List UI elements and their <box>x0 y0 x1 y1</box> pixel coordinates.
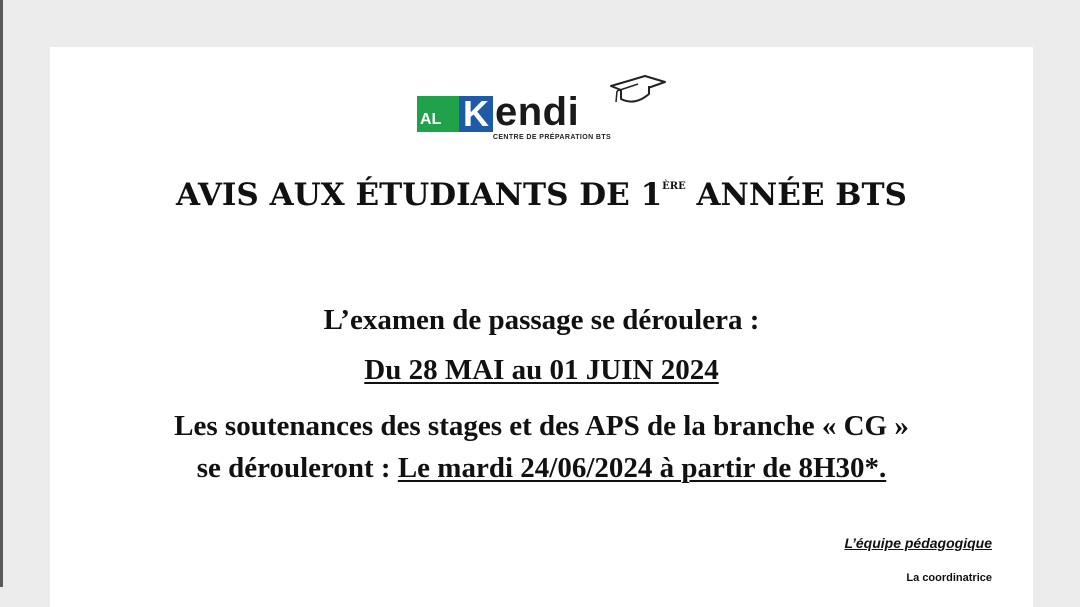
defense-date: Le mardi 24/06/2024 à partir de 8H30*. <box>397 452 887 484</box>
window-edge <box>0 0 3 587</box>
heading-text-end: ANNÉE BTS <box>685 177 907 213</box>
defense-intro-line: Les soutenances des stages et des APS de… <box>174 410 909 442</box>
logo-letter: K <box>459 96 493 132</box>
logo-subtitle: CENTRE DE PRÉPARATION BTS <box>492 134 612 141</box>
exam-dates-line: Du 28 MAI au 01 JUIN 2024 <box>50 353 1033 387</box>
logo-word: endi <box>495 90 580 134</box>
exam-intro-line: L’examen de passage se déroulera : <box>323 304 760 336</box>
logo-prefix: AL <box>417 96 459 132</box>
defense-date-line: se dérouleront : Le mardi 24/06/2024 à p… <box>50 451 1033 485</box>
notice-heading: AVIS AUX ÉTUDIANTS DE 1ÈRE ANNÉE BTS <box>50 175 1033 215</box>
document-page: AL K endi CENTRE DE PRÉPARATION BTS AVIS… <box>50 47 1033 607</box>
heading-ordinal: ÈRE <box>662 181 686 192</box>
exam-dates: Du 28 MAI au 01 JUIN 2024 <box>364 354 719 386</box>
alkendi-logo: AL K endi CENTRE DE PRÉPARATION BTS <box>417 72 677 144</box>
graduation-cap-icon <box>610 75 666 103</box>
defense-prefix: se dérouleront : <box>196 452 398 484</box>
signature-role: La coordinatrice <box>906 572 992 584</box>
signature-team: L’équipe pédagogique <box>844 535 992 551</box>
heading-text-start: AVIS AUX ÉTUDIANTS DE 1 <box>176 177 663 213</box>
